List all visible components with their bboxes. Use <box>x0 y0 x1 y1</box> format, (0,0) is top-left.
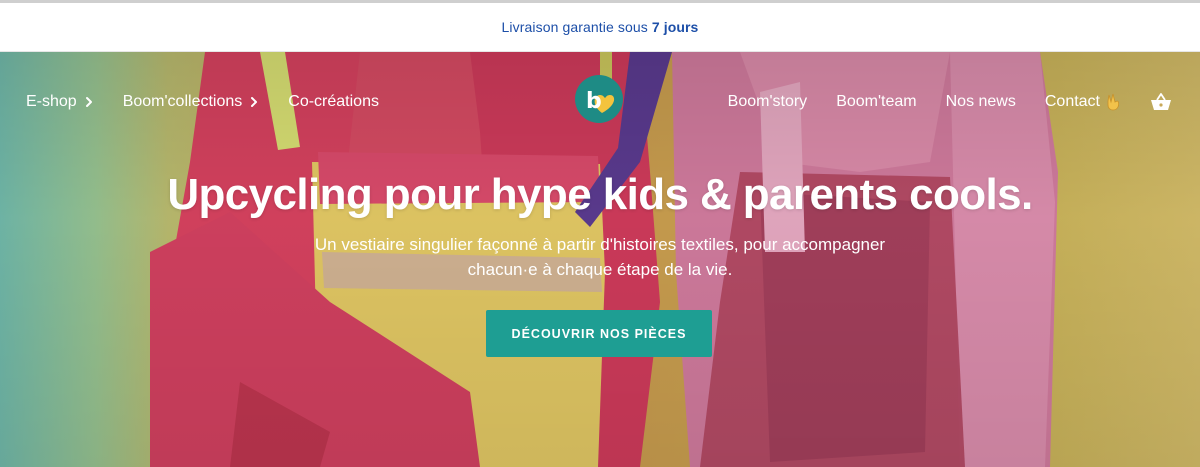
nav-item-cocreations[interactable]: Co-créations <box>288 93 379 111</box>
hero-banner: E-shop Boom'collections Co-créations b B… <box>0 52 1200 467</box>
hero-subline: Un vestiaire singulier façonné à partir … <box>314 235 886 279</box>
nav-item-nosnews[interactable]: Nos news <box>946 93 1016 111</box>
nav-item-label: E-shop <box>26 93 77 110</box>
nav-item-label: Nos news <box>945 93 1016 110</box>
nav-item-label: Co-créations <box>288 93 379 110</box>
main-nav-left: E-shop Boom'collections Co-créations <box>26 88 407 116</box>
nav-item-label: Contact <box>1044 93 1100 110</box>
discover-pieces-button[interactable]: DÉCOUVRIR NOS PIÈCES <box>486 310 712 357</box>
nav-item-eshop[interactable]: E-shop <box>26 93 95 111</box>
nav-item-label: Boom'collections <box>122 93 243 110</box>
announcement-highlight: 7 jours <box>651 19 699 35</box>
brand-logo[interactable]: b <box>575 75 623 123</box>
nav-item-contact[interactable]: Contact <box>1045 93 1121 111</box>
cart-button[interactable] <box>1150 92 1172 112</box>
chevron-right-icon <box>85 97 92 107</box>
announcement-text: Livraison garantie sous <box>501 19 648 35</box>
logo-letter: b <box>586 89 602 114</box>
nav-item-boomteam[interactable]: Boom'team <box>836 93 916 111</box>
nav-item-boomcollections[interactable]: Boom'collections <box>123 93 261 111</box>
heart-icon: b <box>586 89 615 114</box>
main-nav-right: Boom'story Boom'team Nos news Contact <box>699 88 1172 116</box>
announcement-bar: Livraison garantie sous 7 jours <box>0 3 1200 52</box>
nav-item-label: Boom'story <box>727 93 808 110</box>
nav-item-label: Boom'team <box>836 93 917 110</box>
nav-item-boomstory[interactable]: Boom'story <box>728 93 808 111</box>
hero-headline: Upcycling pour hype kids & parents cools… <box>167 170 1033 219</box>
victory-hand-icon <box>1107 93 1120 111</box>
basket-icon <box>1151 93 1171 110</box>
chevron-right-icon <box>251 97 258 107</box>
